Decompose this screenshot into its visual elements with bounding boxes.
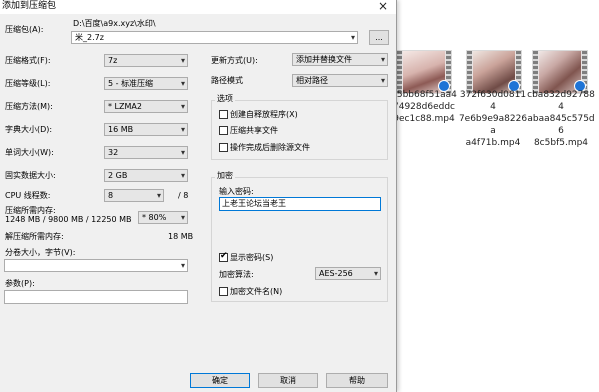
chevron-down-icon: ▾ <box>380 55 385 64</box>
password-input[interactable]: 上老王论坛当老王 <box>219 197 381 211</box>
path-mode-label: 路径模式 <box>211 76 243 85</box>
encryption-group-title: 加密 <box>215 171 235 181</box>
method-select[interactable]: * LZMA2 ▾ <box>104 100 188 113</box>
dictionary-label: 字典大小(D): <box>5 125 53 134</box>
word-size-select[interactable]: 32 ▾ <box>104 146 188 159</box>
sfx-checkbox[interactable] <box>219 110 228 119</box>
file-name[interactable]: 55bb68f51aa4 74928d6eddc 9ec1c88.mp4 <box>389 89 459 125</box>
cpu-threads-select[interactable]: 8 ▾ <box>104 189 164 202</box>
ok-button[interactable]: 确定 <box>190 373 250 388</box>
chevron-down-icon: ▾ <box>180 125 185 134</box>
chevron-down-icon: ▾ <box>180 102 185 111</box>
delete-after-checkbox[interactable] <box>219 143 228 152</box>
file-name[interactable]: cba832d927884 abaa845c575d6 8c5bf5.mp4 <box>526 89 596 149</box>
title-bar: 添加到压缩包 × <box>0 0 396 14</box>
sfx-label: 创建自释放程序(X) <box>230 110 298 119</box>
browse-button[interactable]: ... <box>369 30 389 45</box>
format-select[interactable]: 7z ▾ <box>104 54 188 67</box>
memory-decompress-value: 18 MB <box>168 232 194 241</box>
update-mode-label: 更新方式(U): <box>211 56 258 65</box>
chevron-down-icon: ▾ <box>180 148 185 157</box>
chevron-down-icon: ▾ <box>373 269 378 278</box>
close-icon[interactable]: × <box>374 0 392 13</box>
chevron-down-icon: ▾ <box>180 56 185 65</box>
show-password-checkbox[interactable] <box>219 251 228 262</box>
method-label: 压缩方法(M): <box>5 102 53 111</box>
chevron-down-icon: ▾ <box>180 213 185 222</box>
word-size-label: 单词大小(W): <box>5 148 54 157</box>
encryption-method-label: 加密算法: <box>219 270 254 279</box>
file-name[interactable]: 372f630d08114 7e6b9e9a8226a a4f71b.mp4 <box>458 89 528 149</box>
split-volume-combo[interactable]: ▾ <box>4 259 188 272</box>
archive-name-combo[interactable]: 米_2.7z ▾ <box>71 31 358 44</box>
chevron-down-icon: ▾ <box>180 171 185 180</box>
parameters-input[interactable] <box>4 290 188 304</box>
delete-after-label: 操作完成后删除源文件 <box>230 143 310 152</box>
film-strip-left <box>533 51 538 93</box>
solid-block-label: 固实数据大小: <box>5 171 56 180</box>
split-volume-label: 分卷大小，字节(V): <box>5 248 76 257</box>
chevron-down-icon: ▾ <box>350 33 355 42</box>
level-select[interactable]: 5 - 标准压缩 ▾ <box>104 77 188 90</box>
add-to-archive-dialog: 添加到压缩包 × 压缩包(A): D:\百度\a9x.xyz\水印\ 米_2.7… <box>0 0 397 392</box>
solid-block-select[interactable]: 2 GB ▾ <box>104 169 188 182</box>
path-mode-select[interactable]: 相对路径 ▾ <box>292 74 388 87</box>
password-label: 输入密码: <box>219 187 254 196</box>
archive-path: D:\百度\a9x.xyz\水印\ <box>73 19 156 28</box>
dictionary-select[interactable]: 16 MB ▾ <box>104 123 188 136</box>
encrypt-filenames-label: 加密文件名(N) <box>230 287 283 296</box>
memory-compress-values: 1248 MB / 9800 MB / 12250 MB <box>5 215 132 224</box>
video-thumbnail[interactable] <box>396 50 452 94</box>
memory-percent-select[interactable]: * 80% ▾ <box>138 211 188 224</box>
chevron-down-icon: ▾ <box>180 261 185 270</box>
encrypt-filenames-checkbox[interactable] <box>219 287 228 296</box>
options-group-title: 选项 <box>215 94 235 104</box>
video-thumbnail[interactable] <box>466 50 522 94</box>
chevron-down-icon: ▾ <box>380 76 385 85</box>
update-mode-select[interactable]: 添加并替换文件 ▾ <box>292 53 388 66</box>
shared-files-checkbox[interactable] <box>219 126 228 135</box>
encryption-method-select[interactable]: AES-256 ▾ <box>315 267 381 280</box>
help-button[interactable]: 帮助 <box>326 373 388 388</box>
format-label: 压缩格式(F): <box>5 56 51 65</box>
video-thumbnail[interactable] <box>532 50 588 94</box>
shared-files-label: 压缩共享文件 <box>230 126 278 135</box>
archive-label: 压缩包(A): <box>5 25 44 34</box>
dialog-title: 添加到压缩包 <box>2 1 57 11</box>
level-label: 压缩等级(L): <box>5 79 51 88</box>
chevron-down-icon: ▾ <box>156 191 161 200</box>
memory-decompress-label: 解压缩所需内存: <box>5 232 64 241</box>
parameters-label: 参数(P): <box>5 279 35 288</box>
cpu-threads-label: CPU 线程数: <box>5 191 51 200</box>
chevron-down-icon: ▾ <box>180 79 185 88</box>
film-strip-left <box>467 51 472 93</box>
show-password-label: 显示密码(S) <box>230 253 274 262</box>
film-strip-left <box>397 51 402 93</box>
cancel-button[interactable]: 取消 <box>258 373 318 388</box>
cpu-threads-max: / 8 <box>178 191 189 200</box>
